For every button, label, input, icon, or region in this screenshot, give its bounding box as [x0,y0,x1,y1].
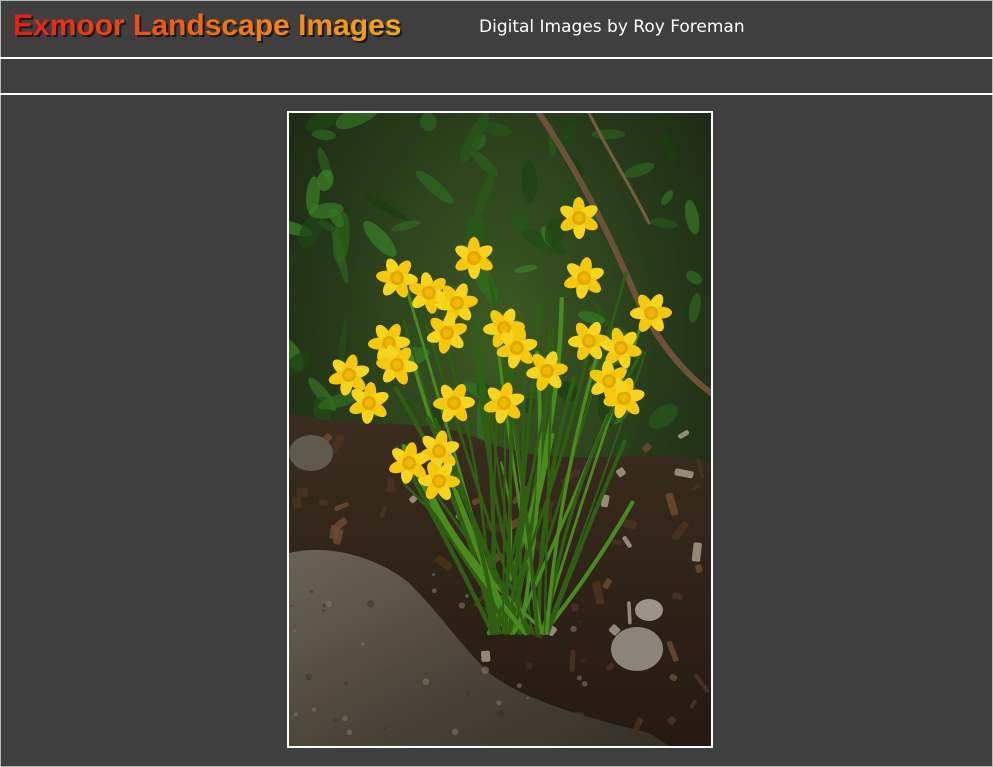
trumpet-center [575,214,583,222]
rock-speckle [581,680,588,687]
bark-chip [571,603,579,612]
trumpet-center [443,329,451,337]
trumpet-center [647,309,655,317]
trumpet-center [393,274,401,282]
rock-speckle [465,594,469,598]
trumpet-center [500,399,508,407]
rock-speckle [525,662,533,670]
rock-speckle [497,710,500,714]
trumpet-center [365,399,373,407]
pebble [611,627,663,671]
trumpet-center [605,377,613,385]
rock-speckle [496,700,502,706]
trumpet-center [617,344,625,352]
rock-speckle [332,717,338,723]
rock-speckle [367,600,375,608]
trumpet-center [435,477,443,485]
rock-speckle [464,690,471,697]
pebble [289,435,333,471]
rock-speckle [344,681,348,686]
rock-speckle [342,715,348,722]
rock-speckle [422,678,430,686]
trumpet-center [345,371,353,379]
rock-speckle [322,609,325,612]
trumpet-center [543,367,551,375]
rock-speckle [432,573,436,577]
nav-bar [0,59,993,95]
rock-speckle [305,673,313,681]
rock-speckle [383,727,387,731]
rock-speckle [431,588,437,594]
rock-speckle [293,629,297,633]
bark-chip [318,499,328,506]
trumpet-center [513,344,521,352]
rock-speckle [346,729,353,736]
trumpet-center [425,289,433,297]
rock-speckle [481,666,490,675]
trumpet-center [585,337,593,345]
rock-speckle [458,602,466,609]
rock-speckle [451,728,459,735]
rock-speckle [579,620,583,623]
daffodil-photo [289,113,711,746]
site-subtitle: Digital Images by Roy Foreman [479,17,745,37]
rock-speckle [576,675,582,681]
site-header: Exmoor Landscape Images Exmoor Landscape… [0,0,993,59]
trumpet-center [470,254,478,262]
trumpet-center [453,299,461,307]
trumpet-center [500,324,508,332]
rock-speckle [526,696,529,700]
site-title[interactable]: Exmoor Landscape Images [13,8,401,44]
trumpet-center [580,274,588,282]
trumpet-center [435,447,443,455]
rock-speckle [294,712,298,717]
rock-speckle [516,683,522,689]
bark-chip [296,487,308,498]
pebble [635,599,663,621]
rock-speckle [290,604,293,608]
rock-speckle [360,642,365,647]
bark-chip [480,650,491,662]
trumpet-center [450,399,458,407]
rock-speckle [581,658,586,664]
trumpet-center [620,394,628,402]
bark-chip [386,477,395,493]
rock-speckle [325,600,333,608]
main-photo[interactable] [287,111,713,748]
rock-speckle [570,625,577,633]
trumpet-center [393,361,401,369]
rock-speckle [312,707,317,712]
rock-speckle [310,590,314,594]
trumpet-center [405,459,413,467]
